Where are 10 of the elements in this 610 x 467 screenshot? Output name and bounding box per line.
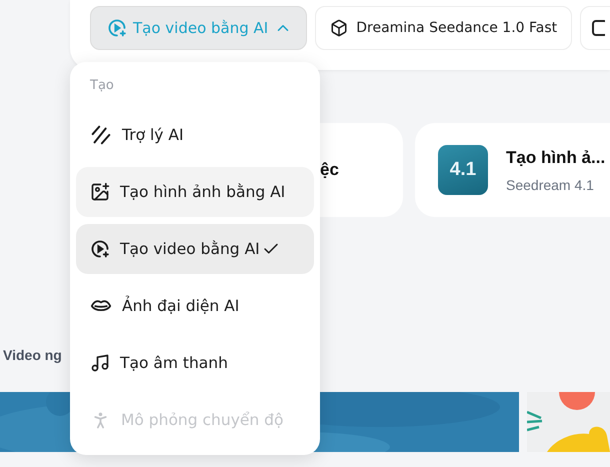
menu-heading: Tạo bbox=[89, 78, 115, 93]
menu-item[interactable]: Tạo video bằng AI bbox=[76, 224, 314, 274]
card-title: ệc bbox=[320, 160, 339, 180]
feature-card[interactable]: 4.1 Tạo hình ả... Seedream 4.1 bbox=[415, 123, 610, 217]
card-title: Tạo hình ả... bbox=[506, 148, 606, 168]
model-thumbnail: 4.1 bbox=[438, 145, 488, 195]
model-button[interactable]: Dreamina Seedance 1.0 Fast bbox=[315, 6, 572, 50]
menu-item[interactable]: Tạo hình ảnh bằng AI bbox=[76, 167, 314, 217]
card-subtitle: Seedream 4.1 bbox=[506, 176, 595, 192]
section-title: Video ng bbox=[3, 347, 62, 365]
